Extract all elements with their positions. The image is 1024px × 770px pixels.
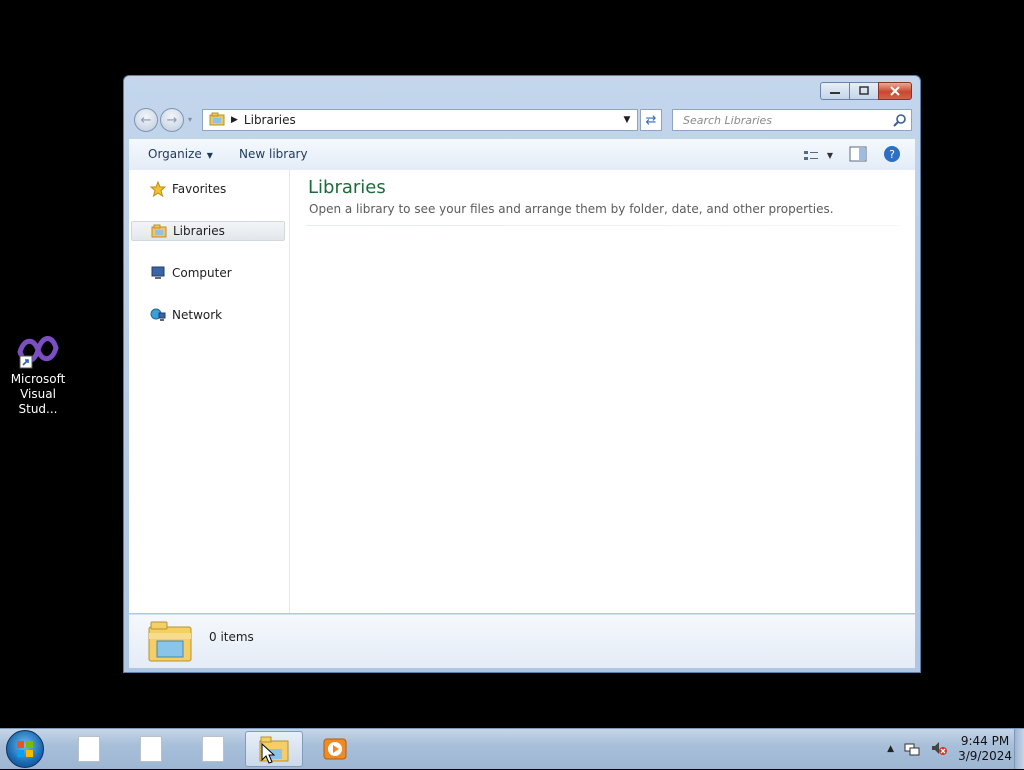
recent-pages-dropdown[interactable]: ▾ <box>188 115 192 124</box>
forward-button[interactable]: → <box>160 108 184 132</box>
sidebar-item-label: Network <box>172 308 223 322</box>
start-button[interactable] <box>6 730 44 768</box>
sidebar-item-label: Libraries <box>173 224 225 238</box>
chevron-down-icon: ▼ <box>623 115 631 125</box>
taskbar-button-document-3[interactable] <box>184 731 242 767</box>
navigation-pane: Favorites Libraries Computer Network <box>129 170 290 613</box>
chevron-down-icon: ▼ <box>206 151 213 160</box>
visual-studio-icon <box>14 330 62 370</box>
restore-icon <box>859 86 869 95</box>
minimize-button[interactable] <box>820 82 850 100</box>
navigation-bar: ← → ▾ ▶ Libraries ▼ ⇄ <box>132 107 912 135</box>
search-icon[interactable] <box>893 113 907 130</box>
system-tray: ▲ 9:44 PM 3/9/2024 <box>887 729 1012 769</box>
taskbar-button-media-player[interactable] <box>306 731 364 767</box>
sidebar-item-libraries[interactable]: Libraries <box>131 221 285 241</box>
caption-buttons <box>820 82 912 100</box>
maximize-button[interactable] <box>849 82 879 100</box>
change-view-button[interactable]: ▼ <box>803 149 833 163</box>
arrow-left-icon: ← <box>140 112 152 128</box>
sidebar-item-computer[interactable]: Computer <box>131 263 285 283</box>
refresh-button[interactable]: ⇄ <box>640 109 662 131</box>
content-area: Favorites Libraries Computer Network Lib… <box>129 170 915 613</box>
close-button[interactable] <box>878 82 912 100</box>
preview-pane-icon <box>849 146 867 162</box>
item-count: 0 items <box>209 630 254 644</box>
close-icon <box>890 86 900 96</box>
media-player-icon <box>323 738 347 760</box>
document-icon <box>140 736 162 762</box>
svg-text:?: ? <box>889 148 895 161</box>
taskbar: ▲ 9:44 PM 3/9/2024 <box>0 728 1024 769</box>
mouse-cursor-icon <box>261 743 275 764</box>
volume-muted-icon[interactable] <box>930 740 948 759</box>
main-pane: Libraries Open a library to see your fil… <box>290 170 915 613</box>
clock-date: 3/9/2024 <box>958 749 1012 763</box>
minimize-icon <box>830 92 840 94</box>
page-description: Open a library to see your files and arr… <box>309 202 834 216</box>
details-pane: 0 items <box>129 614 915 668</box>
document-icon <box>202 736 224 762</box>
help-button[interactable]: ? <box>883 145 901 166</box>
address-dropdown-button[interactable]: ▼ <box>619 111 635 129</box>
breadcrumb-separator-icon[interactable]: ▶ <box>231 115 238 125</box>
page-title: Libraries <box>308 177 386 198</box>
sidebar-item-label: Computer <box>172 266 232 280</box>
computer-icon <box>149 265 167 281</box>
preview-pane-button[interactable] <box>849 146 867 165</box>
taskbar-button-document-2[interactable] <box>122 731 180 767</box>
organize-button[interactable]: Organize ▼ <box>148 147 213 161</box>
explorer-window: ← → ▾ ▶ Libraries ▼ ⇄ Organize▼ New l <box>123 75 921 673</box>
document-icon <box>78 736 100 762</box>
view-details-icon <box>803 150 818 160</box>
address-bar[interactable]: ▶ Libraries ▼ <box>202 109 638 131</box>
taskbar-button-document-1[interactable] <box>60 731 118 767</box>
libraries-large-icon <box>147 619 193 666</box>
desktop-icon-label: Microsoft Visual Stud... <box>10 372 66 416</box>
new-library-label: New library <box>239 147 308 161</box>
clock-time: 9:44 PM <box>960 734 1010 748</box>
breadcrumb-libraries[interactable]: Libraries <box>244 113 296 127</box>
organize-label: Organize <box>148 147 202 161</box>
libraries-icon <box>209 112 225 129</box>
clock[interactable]: 9:44 PM 3/9/2024 <box>958 734 1012 764</box>
libraries-icon <box>150 223 168 239</box>
windows-logo-icon <box>17 741 33 757</box>
arrow-right-icon: → <box>166 112 178 128</box>
new-library-button[interactable]: New library <box>239 147 308 161</box>
show-desktop-button[interactable] <box>1014 729 1024 769</box>
desktop-icon-visual-studio[interactable]: Microsoft Visual Stud... <box>2 330 74 417</box>
chevron-down-icon: ▼ <box>826 151 833 160</box>
back-button[interactable]: ← <box>134 108 158 132</box>
network-status-icon[interactable] <box>904 740 920 759</box>
star-icon <box>149 181 167 197</box>
show-hidden-icons-button[interactable]: ▲ <box>887 744 894 754</box>
search-box[interactable] <box>672 109 912 131</box>
network-icon <box>149 307 167 323</box>
sidebar-item-network[interactable]: Network <box>131 305 285 325</box>
sidebar-item-label: Favorites <box>172 182 227 196</box>
sidebar-item-favorites[interactable]: Favorites <box>131 179 285 199</box>
command-bar: Organize ▼ New library ▼ ? <box>129 139 915 171</box>
help-icon: ? <box>884 146 900 162</box>
search-input[interactable] <box>681 112 885 128</box>
divider <box>306 225 899 226</box>
refresh-icon: ⇄ <box>645 112 657 128</box>
